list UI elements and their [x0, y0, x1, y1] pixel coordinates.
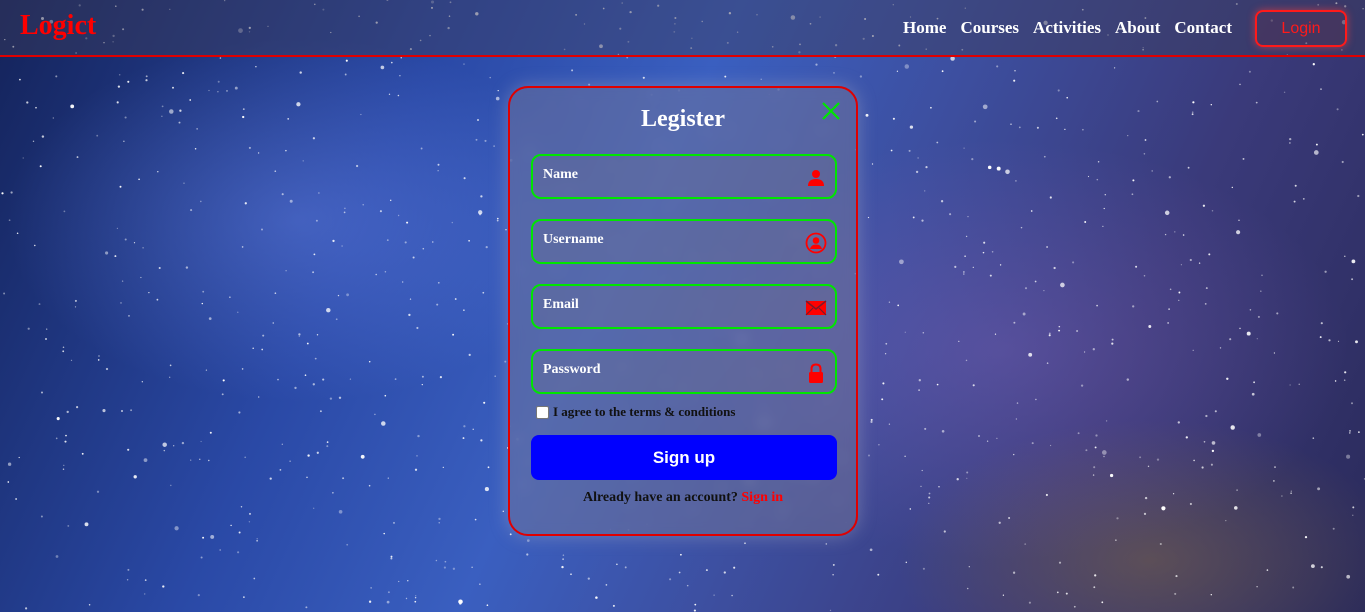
name-input[interactable] [541, 162, 795, 188]
email-field [531, 284, 837, 329]
already-text: Already have an account? [582, 490, 738, 505]
username-field [531, 219, 837, 264]
signin-link[interactable]: Sign in [741, 490, 783, 505]
password-field [531, 349, 837, 394]
name-field [531, 154, 837, 199]
username-input[interactable] [541, 227, 795, 253]
top-navbar: Logict Home Courses Activities About Con… [0, 0, 1365, 57]
nav-about[interactable]: About [1115, 18, 1160, 38]
password-input[interactable] [541, 357, 795, 383]
modal-title: Legister [641, 106, 725, 132]
mail-icon [805, 297, 827, 319]
user-circle-icon [805, 232, 827, 254]
email-input[interactable] [541, 292, 795, 318]
nav-courses[interactable]: Courses [960, 18, 1019, 38]
nav-activities[interactable]: Activities [1033, 18, 1101, 38]
site-logo[interactable]: Logict [20, 10, 96, 42]
terms-label: I agree to the terms & conditions [553, 404, 736, 419]
login-button[interactable]: Login [1255, 10, 1347, 47]
lock-icon [805, 362, 827, 384]
register-modal: Legister Name Username Email I agree to … [508, 86, 858, 536]
terms-checkbox[interactable] [536, 405, 549, 419]
nav-home[interactable]: Home [903, 18, 946, 38]
person-icon [805, 167, 827, 189]
terms-row: I agree to the terms & conditions [536, 404, 735, 420]
signin-prompt: Already have an account? Sign in [510, 490, 856, 506]
nav-contact[interactable]: Contact [1174, 18, 1232, 38]
main-nav: Home Courses Activities About Contact [903, 18, 1232, 38]
signup-button[interactable]: Sign up [531, 435, 837, 480]
